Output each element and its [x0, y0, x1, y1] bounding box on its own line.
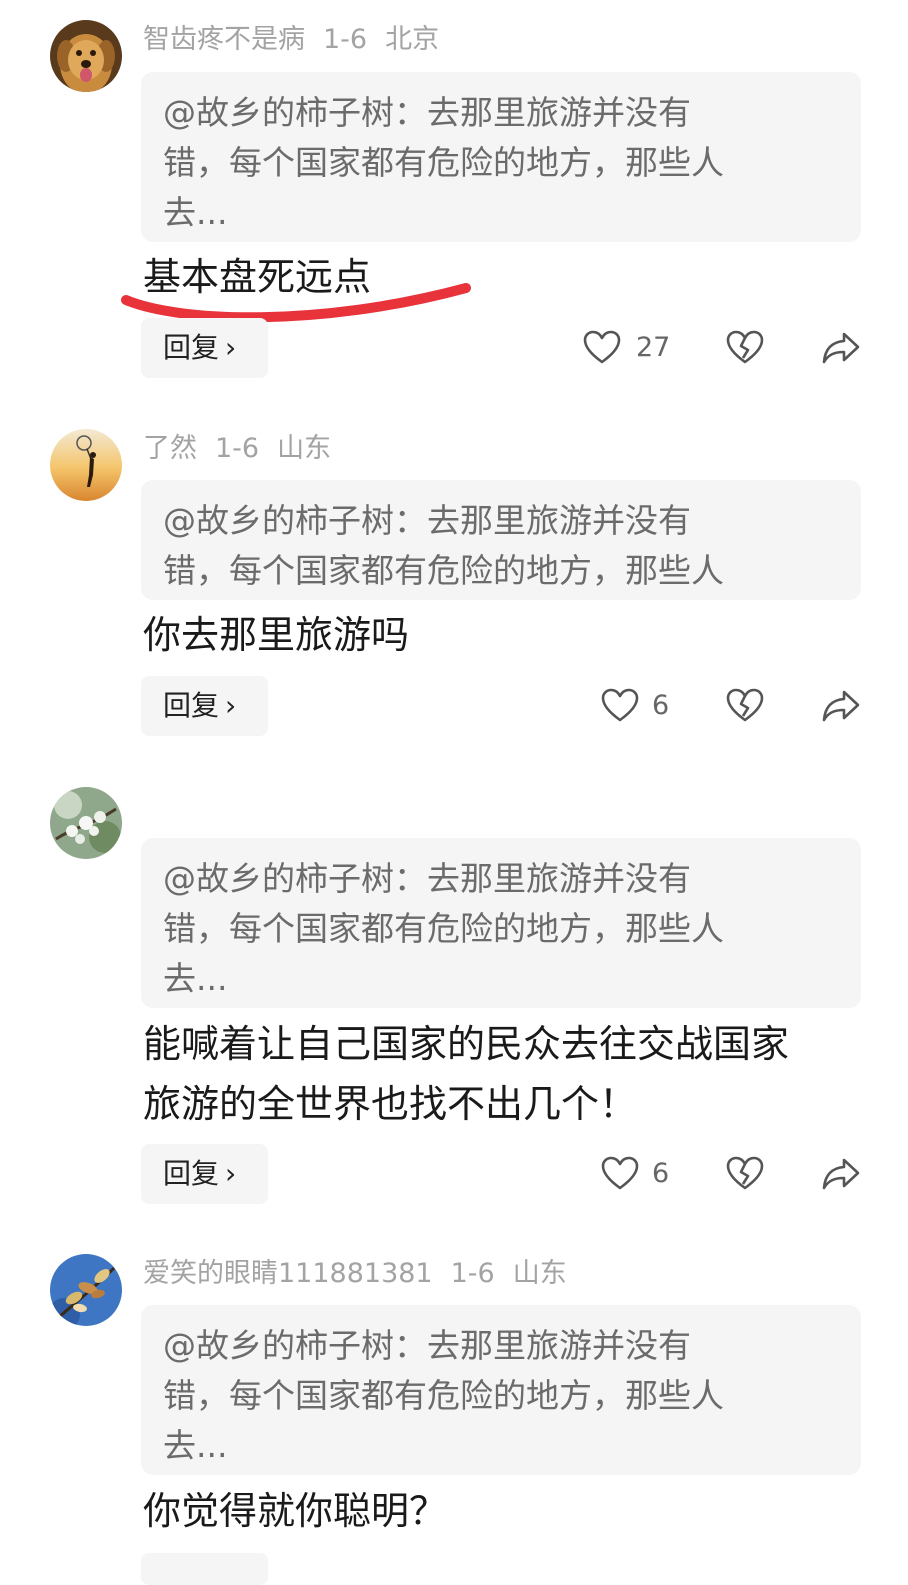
- chevron-right-icon: ›: [225, 1157, 237, 1190]
- broken-heart-icon: [726, 330, 764, 364]
- chevron-right-icon: ›: [225, 689, 237, 722]
- quote-line: @故乡的柿子树：去那里旅游并没有: [163, 859, 691, 898]
- comment-text-line: 能喊着让自己国家的民众去往交战国家: [143, 1022, 790, 1066]
- dislike-button[interactable]: [725, 1154, 765, 1194]
- like-button[interactable]: [582, 328, 622, 368]
- quoted-comment[interactable]: @故乡的柿子树：去那里旅游并没有 错，每个国家都有危险的地方，那些人 去...: [141, 72, 861, 242]
- reply-button[interactable]: 回复: [141, 1553, 268, 1585]
- reply-button[interactable]: 回复 ›: [141, 1144, 268, 1204]
- share-arrow-icon: [822, 332, 860, 364]
- quote-line: @故乡的柿子树：去那里旅游并没有: [163, 93, 691, 132]
- like-button[interactable]: [600, 1154, 640, 1194]
- quote-line: 错，每个国家都有危险的地方，那些人: [163, 143, 724, 182]
- avatar[interactable]: [50, 429, 122, 501]
- reply-label: 回复: [163, 689, 220, 722]
- share-button[interactable]: [820, 686, 862, 726]
- broken-heart-icon: [726, 1156, 764, 1190]
- like-count: 27: [636, 332, 671, 363]
- quote-line: @故乡的柿子树：去那里旅游并没有: [163, 1326, 691, 1365]
- like-count: 6: [652, 690, 670, 721]
- dislike-button[interactable]: [725, 686, 765, 726]
- leaves-sky-avatar-icon: [50, 1254, 122, 1326]
- heart-icon: [601, 688, 639, 722]
- dislike-button[interactable]: [725, 328, 765, 368]
- comment-text: 你觉得就你聪明？: [143, 1481, 863, 1541]
- comment-location: 山东: [277, 433, 332, 464]
- reply-label: 回复: [163, 331, 220, 364]
- quote-line: 去...: [163, 1426, 228, 1465]
- flower-branch-avatar-icon: [50, 787, 122, 859]
- reply-label: 回复: [163, 1157, 220, 1190]
- comment-text-line: 你觉得就你聪明？: [143, 1489, 448, 1533]
- sunset-silhouette-avatar-icon: [50, 429, 122, 501]
- quote-line: 错，每个国家都有危险的地方，那些人: [163, 909, 724, 948]
- comment-meta: 爱笑的眼睛111881381 1-6 山东: [143, 1254, 585, 1294]
- quote-line: 去...: [163, 193, 228, 232]
- broken-heart-icon: [726, 688, 764, 722]
- share-button[interactable]: [820, 1154, 862, 1194]
- comment-location: 北京: [385, 24, 440, 55]
- quote-line: 错，每个国家都有危险的地方，那些人: [163, 551, 724, 590]
- golden-retriever-avatar-icon: [50, 20, 122, 92]
- quote-line: 错，每个国家都有危险的地方，那些人: [163, 1376, 724, 1415]
- reply-button[interactable]: 回复 ›: [141, 676, 268, 736]
- comment-date: 1-6: [323, 24, 368, 55]
- username[interactable]: 智齿疼不是病: [143, 24, 305, 55]
- heart-icon: [583, 330, 621, 364]
- chevron-right-icon: ›: [225, 331, 237, 364]
- quote-line: @故乡的柿子树：去那里旅游并没有: [163, 501, 691, 540]
- comment-date: 1-6: [215, 433, 260, 464]
- comment-text: 你去那里旅游吗: [143, 605, 863, 665]
- comment-text-line: 旅游的全世界也找不出几个！: [143, 1082, 638, 1126]
- quoted-comment[interactable]: @故乡的柿子树：去那里旅游并没有 错，每个国家都有危险的地方，那些人 去...: [141, 1305, 861, 1475]
- username[interactable]: 爱笑的眼睛111881381: [143, 1258, 433, 1289]
- share-arrow-icon: [822, 690, 860, 722]
- avatar[interactable]: [50, 20, 122, 92]
- quoted-comment[interactable]: @故乡的柿子树：去那里旅游并没有 错，每个国家都有危险的地方，那些人: [141, 480, 861, 600]
- comment-date: 1-6: [450, 1258, 495, 1289]
- avatar[interactable]: [50, 787, 122, 859]
- share-arrow-icon: [822, 1158, 860, 1190]
- username[interactable]: 了然: [143, 433, 197, 464]
- like-count: 6: [652, 1158, 670, 1189]
- quote-line: 去...: [163, 959, 228, 998]
- reply-button[interactable]: 回复 ›: [141, 318, 268, 378]
- heart-icon: [601, 1156, 639, 1190]
- avatar[interactable]: [50, 1254, 122, 1326]
- comment-text-line: 你去那里旅游吗: [143, 613, 410, 657]
- comment-meta: 了然 1-6 山东: [143, 429, 349, 469]
- share-button[interactable]: [820, 328, 862, 368]
- comment-location: 山东: [512, 1258, 567, 1289]
- comment-meta: 智齿疼不是病 1-6 北京: [143, 20, 457, 60]
- like-button[interactable]: [600, 686, 640, 726]
- comment-text: 能喊着让自己国家的民众去往交战国家 旅游的全世界也找不出几个！: [143, 1014, 863, 1134]
- comment-meta: [143, 787, 197, 827]
- quoted-comment[interactable]: @故乡的柿子树：去那里旅游并没有 错，每个国家都有危险的地方，那些人 去...: [141, 838, 861, 1008]
